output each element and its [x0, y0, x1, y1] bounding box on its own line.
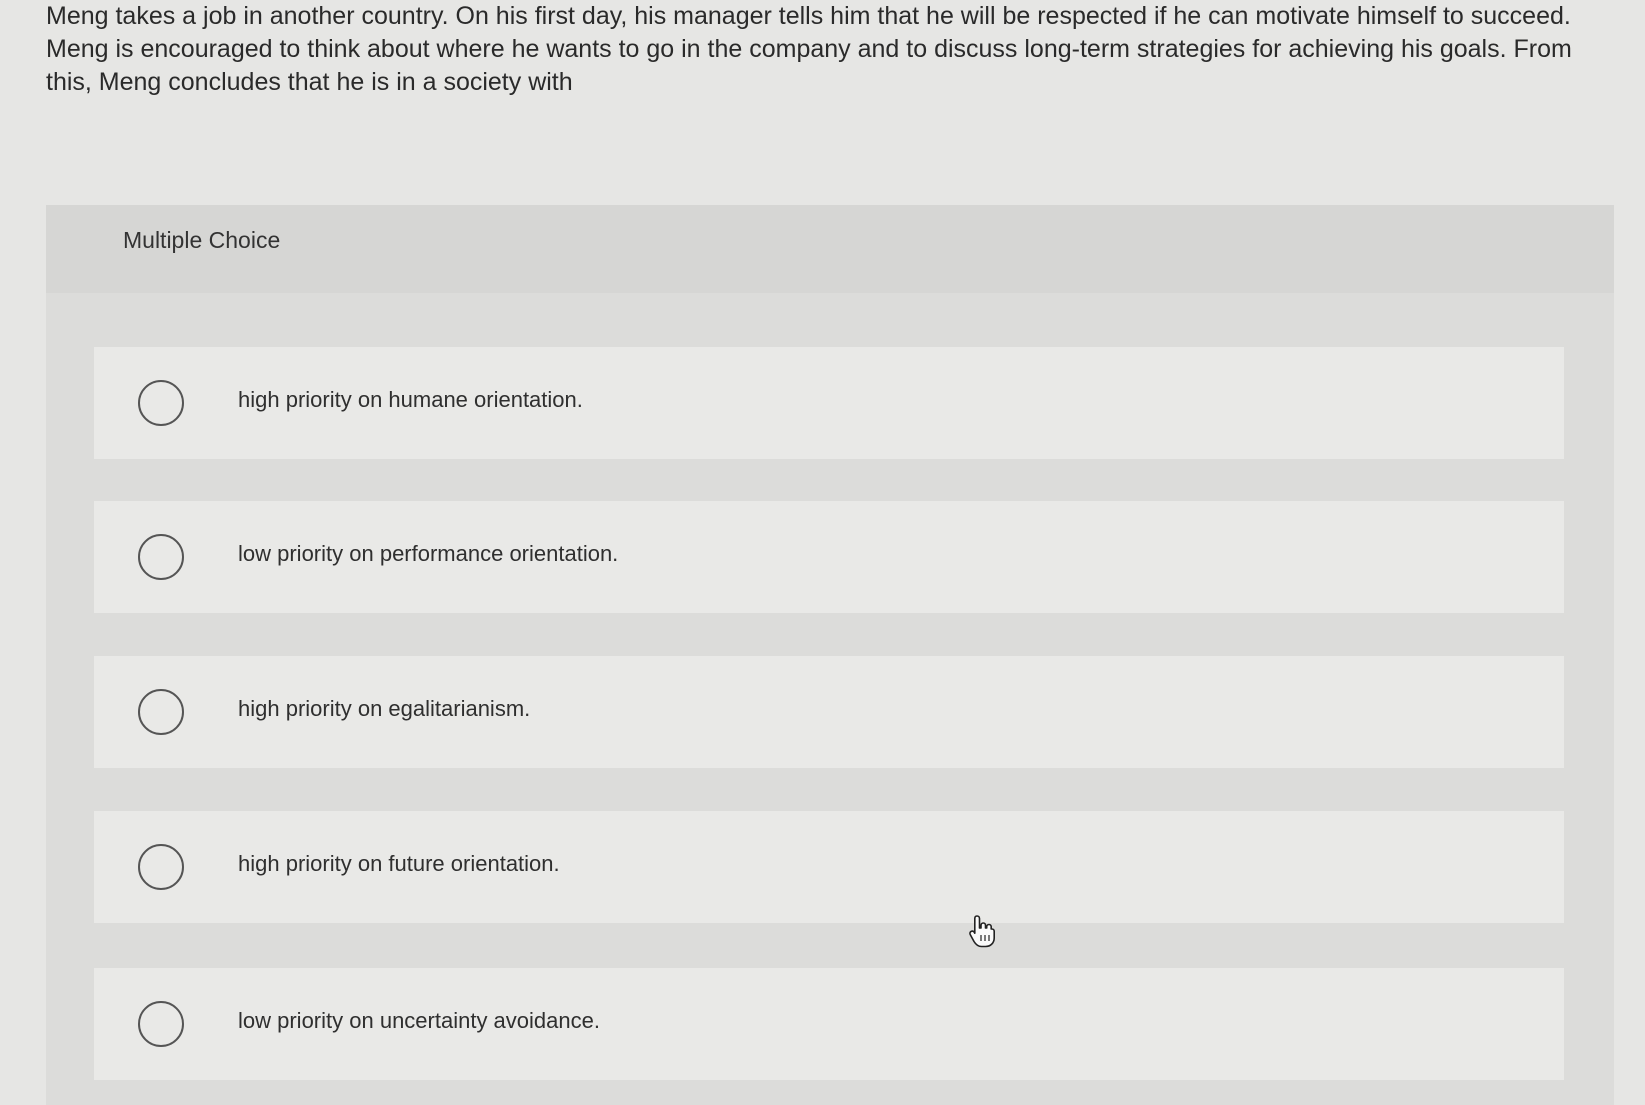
- radio-unselected-icon[interactable]: [138, 844, 184, 890]
- choice-option-5[interactable]: low priority on uncertainty avoidance.: [94, 968, 1564, 1080]
- choice-label-2: low priority on performance orientation.: [238, 541, 619, 566]
- choice-option-4[interactable]: high priority on future orientation.: [94, 811, 1564, 923]
- radio-unselected-icon[interactable]: [138, 689, 184, 735]
- choice-label-1: high priority on humane orientation.: [238, 387, 583, 412]
- choice-label-4: high priority on future orientation.: [238, 851, 560, 876]
- multiple-choice-label: Multiple Choice: [123, 227, 281, 253]
- choice-label-5: low priority on uncertainty avoidance.: [238, 1008, 600, 1033]
- radio-unselected-icon[interactable]: [138, 1001, 184, 1047]
- choice-option-2[interactable]: low priority on performance orientation.: [94, 501, 1564, 613]
- hand-pointer-icon: [969, 915, 995, 948]
- multiple-choice-panel: Multiple Choice high priority on humane …: [46, 205, 1614, 1105]
- choice-label-3: high priority on egalitarianism.: [238, 696, 531, 721]
- choice-option-3[interactable]: high priority on egalitarianism.: [94, 656, 1564, 768]
- question-text: Meng takes a job in another country. On …: [46, 2, 1572, 96]
- multiple-choice-header: Multiple Choice: [46, 205, 1614, 293]
- choice-option-1[interactable]: high priority on humane orientation.: [94, 347, 1564, 459]
- radio-unselected-icon[interactable]: [138, 534, 184, 580]
- radio-unselected-icon[interactable]: [138, 380, 184, 426]
